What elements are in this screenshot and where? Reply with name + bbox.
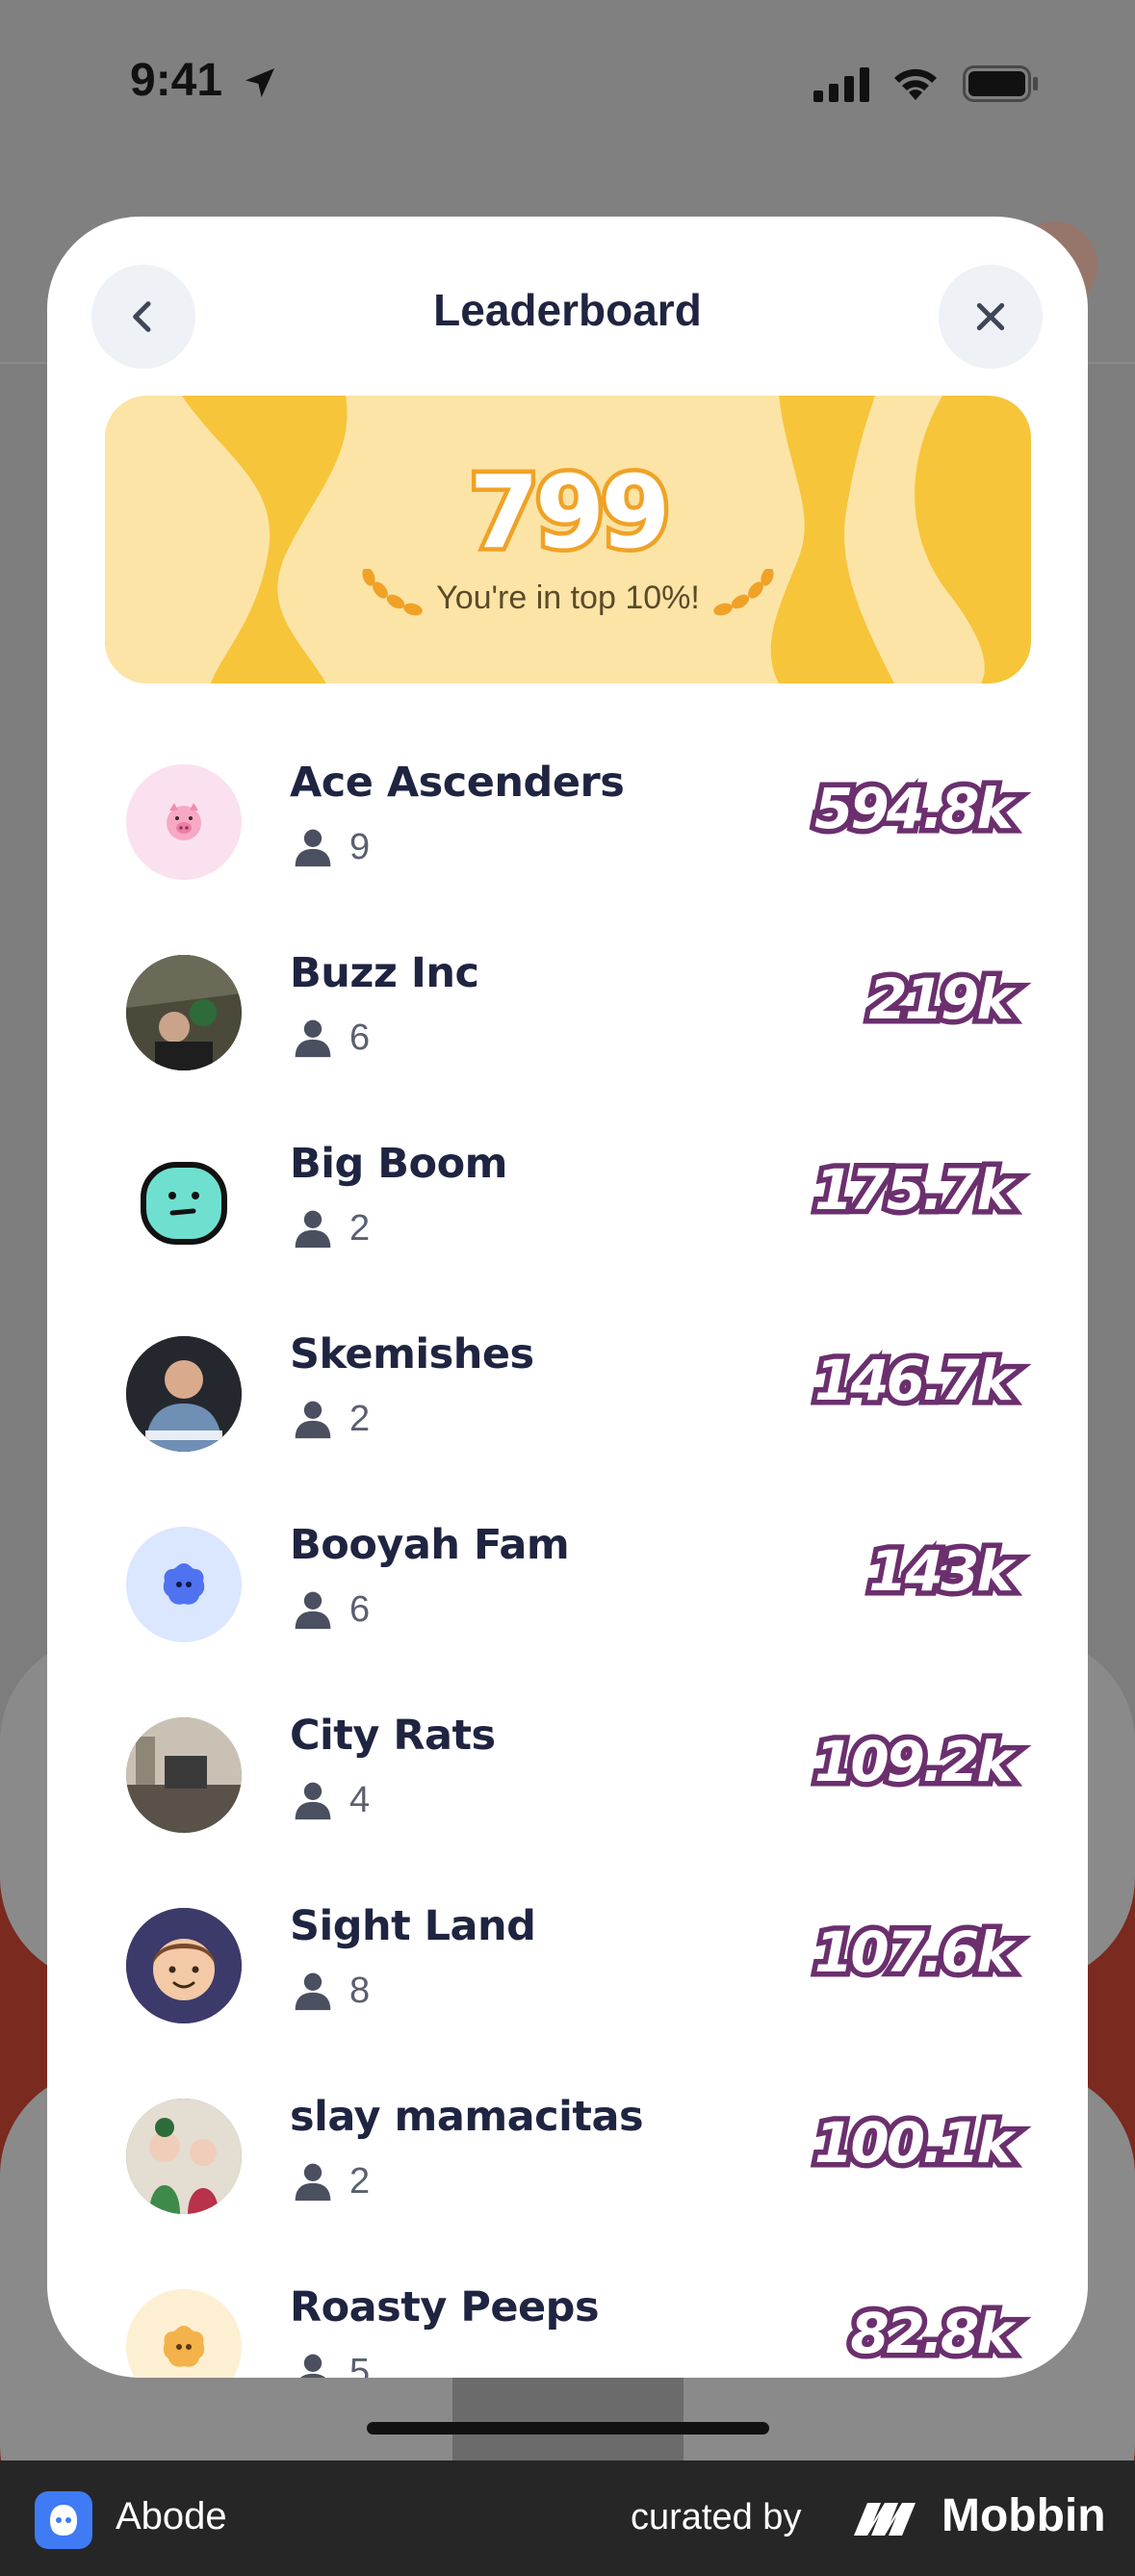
person-icon xyxy=(295,829,331,867)
location-arrow-icon xyxy=(245,68,274,97)
team-name: Roasty Peeps xyxy=(290,2283,600,2331)
curated-by-label: curated by xyxy=(631,2497,802,2537)
team-avatar xyxy=(126,2289,242,2378)
team-name: Buzz Inc xyxy=(290,949,479,997)
team-name: Big Boom xyxy=(290,1140,507,1188)
member-count: 9 xyxy=(349,826,371,867)
home-indicator[interactable] xyxy=(367,2422,769,2434)
member-count-row: 4 xyxy=(292,1779,370,1821)
close-button[interactable] xyxy=(939,265,1043,369)
modal-title: Leaderboard xyxy=(433,285,702,335)
team-points: 143k xyxy=(864,1533,1019,1610)
leaderboard-row[interactable]: Skemishes 2 146.7k xyxy=(47,1298,1088,1488)
member-count-row: 6 xyxy=(292,1588,370,1631)
team-points: 146.7k xyxy=(809,1343,1019,1419)
member-count: 8 xyxy=(349,1970,371,2011)
team-name: Sight Land xyxy=(290,1902,536,1950)
pig-face-icon xyxy=(167,803,201,840)
status-time: 9:41 xyxy=(130,55,223,106)
teal-face-icon xyxy=(141,1162,227,1245)
ghost-icon xyxy=(50,2505,77,2536)
member-count-row: 6 xyxy=(292,1017,370,1059)
abode-app-icon xyxy=(35,2491,92,2549)
leaderboard-row[interactable]: Big Boom 2 175.7k xyxy=(47,1107,1088,1298)
team-photo-icon xyxy=(126,1717,242,1833)
leaderboard-row[interactable]: Roasty Peeps 5 82.8k xyxy=(47,2251,1088,2378)
team-points: 175.7k xyxy=(809,1152,1019,1228)
team-name: slay mamacitas xyxy=(290,2093,644,2141)
blue-blob-icon xyxy=(163,1563,205,1605)
team-points: 594.8k xyxy=(809,771,1019,847)
leaderboard-row[interactable]: Booyah Fam 6 143k xyxy=(47,1488,1088,1679)
team-avatar xyxy=(126,1527,242,1642)
member-count: 4 xyxy=(349,1779,371,1820)
team-photo-icon xyxy=(126,955,242,1070)
score-banner: 799 You're in top 10%! xyxy=(105,396,1031,683)
wifi-icon xyxy=(894,68,937,100)
mobbin-brand: Mobbin xyxy=(942,2490,1106,2541)
member-count: 6 xyxy=(349,1588,371,1630)
team-points: 109.2k xyxy=(809,1724,1019,1800)
leaderboard-row[interactable]: City Rats 4 109.2k xyxy=(47,1679,1088,1869)
battery-icon xyxy=(963,65,1038,102)
app-name: Abode xyxy=(116,2495,227,2537)
team-photo-icon xyxy=(126,2099,242,2214)
laurel-left-icon xyxy=(362,569,423,616)
person-icon xyxy=(295,1782,331,1820)
leaderboard-modal: Leaderboard 799 You're in top 10%! Ace A… xyxy=(47,217,1088,2378)
person-icon xyxy=(295,1019,331,1058)
team-avatar xyxy=(126,1336,242,1452)
mobbin-logo-icon xyxy=(854,2503,916,2536)
member-count-row: 2 xyxy=(292,1398,370,1440)
attribution-bar: Abode curated by Mobbin xyxy=(0,2460,1135,2576)
member-count: 6 xyxy=(349,1017,371,1058)
team-avatar xyxy=(126,1146,242,1261)
team-avatar xyxy=(126,1717,242,1833)
team-points: 107.6k xyxy=(809,1915,1019,1991)
team-avatar xyxy=(126,955,242,1070)
person-icon xyxy=(295,1591,331,1630)
status-bar: 9:41 xyxy=(0,0,1135,164)
leaderboard-row[interactable]: Sight Land 8 107.6k xyxy=(47,1869,1088,2060)
orange-blob-icon xyxy=(163,2326,205,2367)
cellular-signal-icon xyxy=(813,67,869,102)
team-points: 82.8k xyxy=(845,2296,1019,2372)
team-avatar xyxy=(126,2099,242,2214)
person-icon xyxy=(295,2163,331,2202)
team-points: 100.1k xyxy=(809,2105,1019,2181)
member-count-row: 8 xyxy=(292,1970,370,2012)
team-avatar xyxy=(126,1908,242,2023)
team-avatar xyxy=(126,764,242,880)
team-name: City Rats xyxy=(290,1712,496,1760)
member-count: 2 xyxy=(349,1398,371,1439)
close-icon xyxy=(976,302,1005,331)
leaderboard-row[interactable]: Ace Ascenders 9 594.8k xyxy=(47,726,1088,916)
person-icon xyxy=(299,2354,326,2378)
score-value: 799 xyxy=(465,450,675,576)
rank-row: You're in top 10%! xyxy=(105,569,1031,627)
person-icon xyxy=(295,1401,331,1439)
team-photo-icon xyxy=(126,1336,242,1452)
person-icon xyxy=(295,1210,331,1249)
person-icon xyxy=(295,1972,331,2011)
member-count-row: 5 xyxy=(292,2351,370,2378)
team-name: Ace Ascenders xyxy=(290,759,625,807)
team-name: Skemishes xyxy=(290,1330,534,1378)
rank-text: You're in top 10%! xyxy=(436,579,700,616)
member-count-row: 2 xyxy=(292,1207,370,1249)
member-count-row: 2 xyxy=(292,2160,370,2202)
boy-face-icon xyxy=(126,1908,242,2023)
member-count: 5 xyxy=(349,2351,371,2379)
leaderboard-row[interactable]: slay mamacitas 2 100.1k xyxy=(47,2060,1088,2251)
team-name: Booyah Fam xyxy=(290,1521,570,1569)
laurel-right-icon xyxy=(713,569,774,616)
member-count: 2 xyxy=(349,1207,371,1249)
member-count: 2 xyxy=(349,2160,371,2202)
team-points: 219k xyxy=(864,962,1019,1038)
member-count-row: 9 xyxy=(292,826,370,868)
leaderboard-row[interactable]: Buzz Inc 6 219k xyxy=(47,916,1088,1107)
